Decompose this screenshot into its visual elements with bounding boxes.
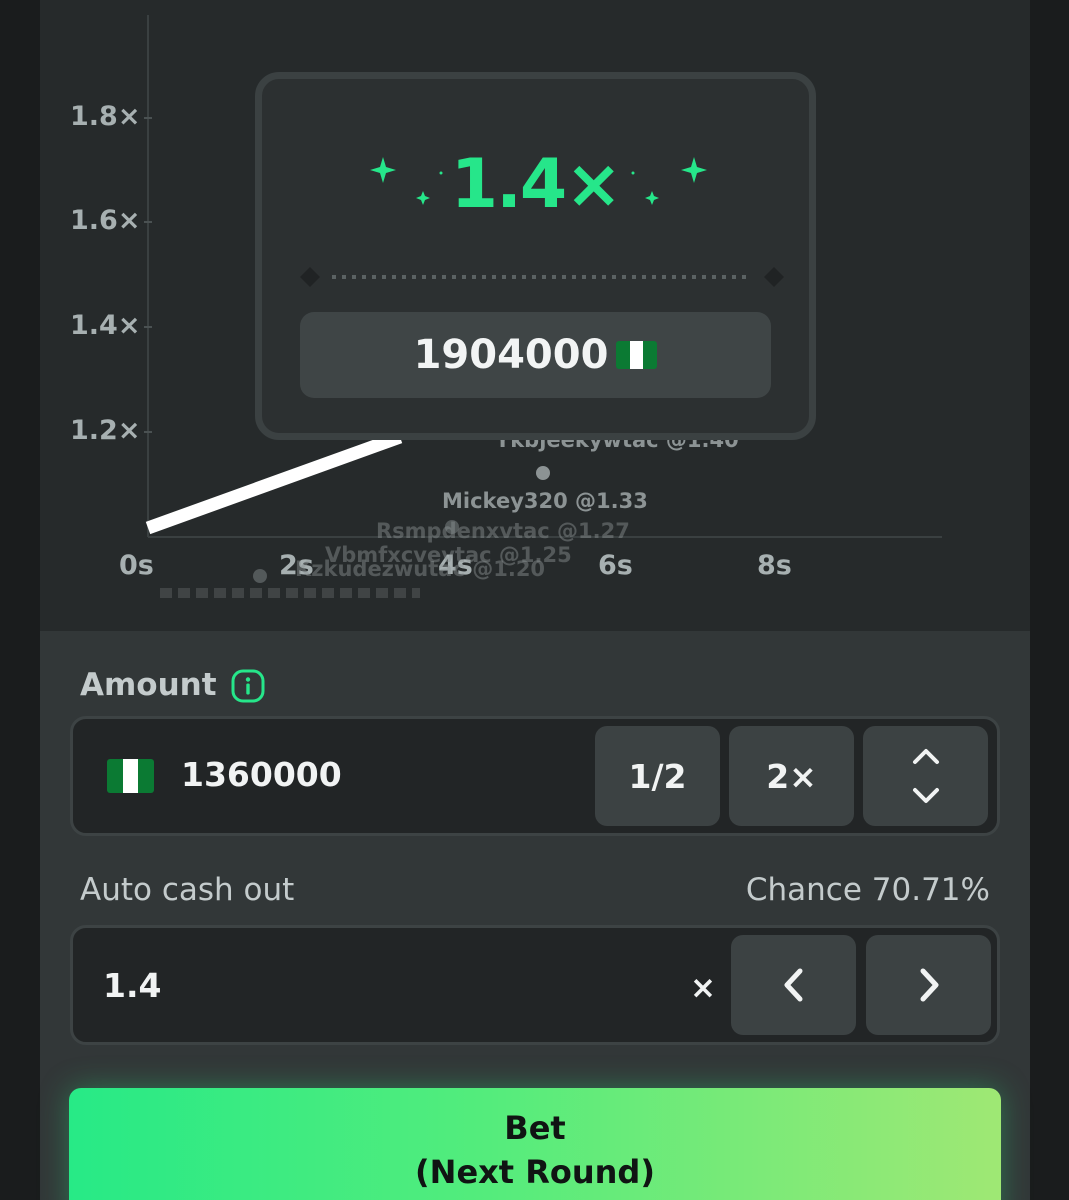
y-tick-label: 1.2× xyxy=(70,415,141,446)
double-amount-button[interactable]: 2× xyxy=(729,726,854,826)
auto-cash-out-input[interactable]: 1.4 xyxy=(103,966,161,1005)
amount-input[interactable]: 1360000 xyxy=(181,755,342,794)
nigeria-flag-icon xyxy=(616,341,658,369)
amount-stepper-button[interactable] xyxy=(863,726,988,826)
player-cashout-tag: Mickey320 @1.33 xyxy=(442,489,648,513)
chevron-right-icon xyxy=(920,968,938,1002)
player-cashout-dot xyxy=(253,569,267,583)
multiplier-suffix: × xyxy=(690,970,716,1006)
half-amount-button[interactable]: 1/2 xyxy=(595,726,720,826)
win-amount-box: 1904000 xyxy=(300,312,771,398)
x-tick-label: 0s xyxy=(119,550,154,581)
chevron-up-down-icon xyxy=(912,749,939,803)
nigeria-flag-icon xyxy=(107,759,154,793)
x-tick-label: 8s xyxy=(757,550,792,581)
auto-cash-out-box[interactable]: 1.4 × xyxy=(70,925,1000,1045)
amount-label: Amount xyxy=(80,667,217,703)
bet-next-round-button[interactable]: Bet (Next Round) xyxy=(69,1088,1001,1200)
bet-controls: Amount 1360000 1/2 2× Auto cash out Chan… xyxy=(40,631,1030,1200)
win-amount: 1904000 xyxy=(413,332,609,378)
multiplier-curve xyxy=(145,430,403,535)
win-multiplier: 1.4× xyxy=(450,145,622,224)
player-cashout-tag: Rsmpdenxvtac @1.27 xyxy=(376,519,630,543)
decrease-cash-out-button[interactable] xyxy=(731,935,856,1035)
y-tick-label: 1.6× xyxy=(70,205,141,236)
x-tick-label: 6s xyxy=(598,550,633,581)
popup-divider xyxy=(300,267,784,287)
player-cashout-dot xyxy=(536,466,550,480)
right-margin xyxy=(1030,0,1069,1200)
auto-cash-out-label: Auto cash out xyxy=(80,872,295,908)
y-tick-label: 1.8× xyxy=(70,101,141,132)
faded-player-tags xyxy=(160,588,420,598)
player-cashout-tag: Kzkudezwutac @1.20 xyxy=(295,557,546,581)
amount-input-box[interactable]: 1360000 1/2 2× xyxy=(70,716,1000,836)
bet-button-sublabel: (Next Round) xyxy=(415,1153,655,1191)
chevron-left-icon xyxy=(784,968,802,1002)
info-icon[interactable] xyxy=(231,669,265,703)
increase-cash-out-button[interactable] xyxy=(866,935,991,1035)
win-popup: 1.4× 1904000 xyxy=(255,72,816,440)
win-chance-label: Chance 70.71% xyxy=(745,872,990,908)
y-tick-label: 1.4× xyxy=(70,310,141,341)
bet-button-label: Bet xyxy=(504,1109,566,1147)
left-margin xyxy=(0,0,40,1200)
